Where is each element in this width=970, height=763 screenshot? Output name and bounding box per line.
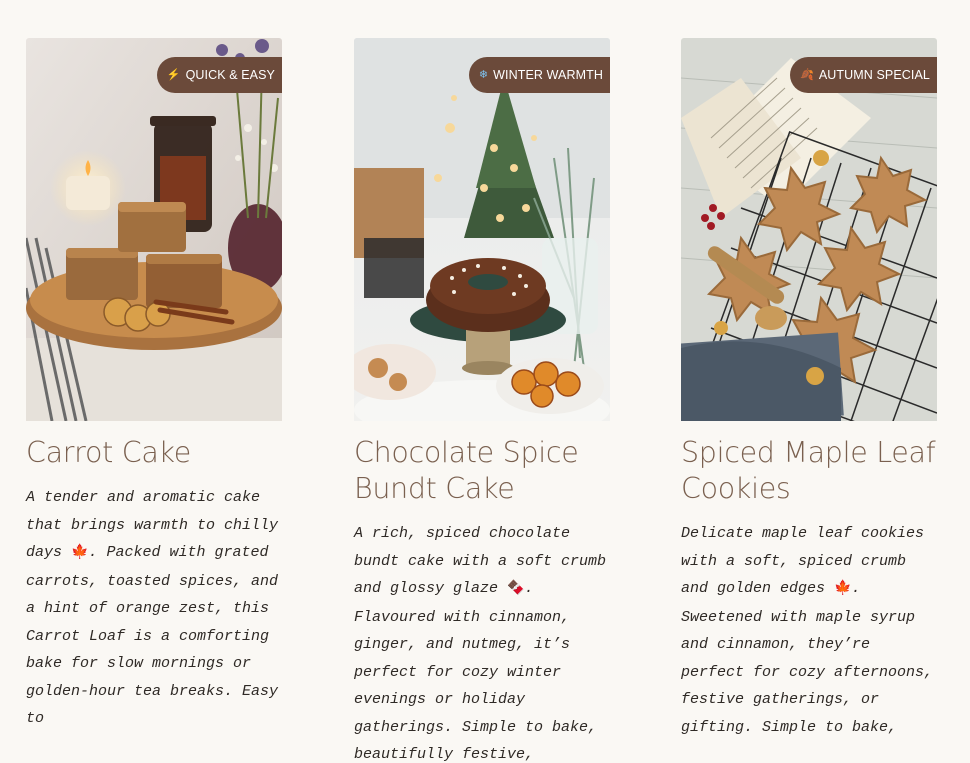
recipe-description: A rich, spiced chocolate bundt cake with… xyxy=(354,520,610,763)
desc-text: . Sweetened with maple syrup and cinnamo… xyxy=(681,580,934,736)
carrot-cake-image xyxy=(26,38,282,421)
desc-text: Delicate maple leaf cookies with a soft,… xyxy=(681,525,925,597)
recipe-title[interactable]: Carrot Cake xyxy=(26,435,282,471)
lightning-icon: ⚡ xyxy=(166,68,181,81)
recipe-photo-carrot-cake[interactable]: ⚡ QUICK & EASY xyxy=(26,38,282,421)
badge-label: AUTUMN SPECIAL xyxy=(818,68,930,82)
badge-autumn-special: 🍂 AUTUMN SPECIAL xyxy=(790,57,937,93)
badge-label: QUICK & EASY xyxy=(185,68,275,82)
snowflake-icon: ❄ xyxy=(478,68,489,81)
maple-cookies-image xyxy=(681,38,937,421)
desc-text: . Packed with grated carrots, toasted sp… xyxy=(26,544,279,727)
recipe-photo-chocolate-bundt[interactable]: ❄ WINTER WARMTH xyxy=(354,38,610,421)
autumn-leaf-icon: 🍂 xyxy=(800,68,814,81)
recipe-grid: ⚡ QUICK & EASY Carrot Cake A tender and … xyxy=(0,0,970,763)
recipe-photo-maple-cookies[interactable]: 🍂 AUTUMN SPECIAL xyxy=(681,38,937,421)
maple-leaf-icon: 🍁 xyxy=(834,581,852,597)
badge-winter-warmth: ❄ WINTER WARMTH xyxy=(468,57,610,93)
recipe-title[interactable]: Spiced Maple Leaf Cookies xyxy=(681,435,937,507)
badge-quick-easy: ⚡ QUICK & EASY xyxy=(156,57,282,93)
badge-label: WINTER WARMTH xyxy=(493,68,603,82)
chocolate-bundt-image xyxy=(354,38,610,421)
recipe-card-chocolate-spice-bundt[interactable]: ❄ WINTER WARMTH Chocolate Spice Bundt Ca… xyxy=(354,38,610,763)
recipe-card-spiced-maple-leaf-cookies[interactable]: 🍂 AUTUMN SPECIAL Spiced Maple Leaf Cooki… xyxy=(681,38,937,741)
recipe-title[interactable]: Chocolate Spice Bundt Cake xyxy=(354,435,610,507)
recipe-description: A tender and aromatic cake that brings w… xyxy=(26,484,282,733)
maple-leaf-icon: 🍁 xyxy=(71,545,89,561)
chocolate-bar-icon: 🍫 xyxy=(507,581,525,597)
recipe-card-carrot-cake[interactable]: ⚡ QUICK & EASY Carrot Cake A tender and … xyxy=(26,38,282,733)
desc-text: . Flavoured with cinnamon, ginger, and n… xyxy=(354,580,598,763)
recipe-description: Delicate maple leaf cookies with a soft,… xyxy=(681,520,937,741)
desc-text: A rich, spiced chocolate bundt cake with… xyxy=(354,525,607,597)
